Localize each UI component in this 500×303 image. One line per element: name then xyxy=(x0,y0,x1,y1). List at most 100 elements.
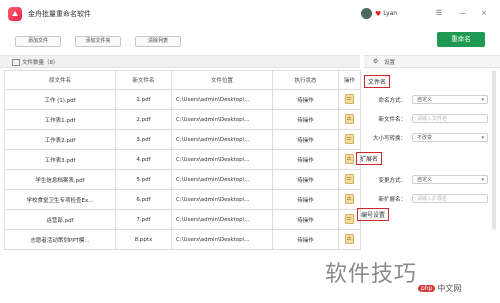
user-account[interactable]: ♥ Lyan xyxy=(361,8,397,19)
change-method-select[interactable]: 自定义 ▾ xyxy=(412,175,488,184)
new-filename: 2.pdf xyxy=(115,109,172,130)
column-header: 新文件名 xyxy=(115,70,172,90)
document-icon[interactable] xyxy=(345,113,354,124)
new-filename: 7.pdf xyxy=(115,209,172,230)
filename-section-title[interactable]: 文件名 xyxy=(364,75,391,88)
gear-icon: ⚙ xyxy=(373,58,379,65)
extension-section-title[interactable]: 扩展名 xyxy=(356,152,383,165)
execution-status: 待操作 xyxy=(272,169,339,190)
new-filename: 5.pdf xyxy=(115,169,172,190)
naming-method-label: 命名方式： xyxy=(378,98,406,104)
row-action xyxy=(338,89,361,110)
settings-title: 设置 xyxy=(384,60,396,66)
document-icon[interactable] xyxy=(345,213,354,224)
row-action xyxy=(338,229,361,250)
table-row[interactable]: 学生信息档案表.pdf 5.pdf C:\Users\admin\Desktop… xyxy=(4,169,361,190)
table-row[interactable]: 学校食堂卫生专项检查Ex... 6.pdf C:\Users\admin\Des… xyxy=(4,189,361,210)
original-filename: 运营部.pdf xyxy=(4,209,116,230)
php-logo-icon: php xyxy=(418,285,436,292)
file-count-icon xyxy=(12,59,20,66)
avatar xyxy=(361,8,372,19)
add-file-button[interactable]: 添加文件 xyxy=(15,36,61,47)
settings-header: ⚙ 设置 xyxy=(364,55,500,68)
change-method-label: 变更方式： xyxy=(378,178,406,184)
document-icon[interactable] xyxy=(345,153,354,164)
new-filename: 1.pdf xyxy=(115,89,172,110)
user-name: Lyan xyxy=(383,10,398,17)
document-icon[interactable] xyxy=(345,233,354,244)
original-filename: 学校食堂卫生专项检查Ex... xyxy=(4,189,116,210)
clear-list-button[interactable]: 清除列表 xyxy=(135,36,181,47)
file-location: C:\Users\admin\Desktop\... xyxy=(171,129,273,150)
document-icon[interactable] xyxy=(345,93,354,104)
change-method-value: 自定义 xyxy=(417,177,433,183)
document-icon[interactable] xyxy=(345,193,354,204)
chevron-down-icon: ▾ xyxy=(481,177,484,183)
file-table: 原文件名 新文件名 文件位置 执行状态 操作 工作 (1).pdf 1.pdf … xyxy=(4,70,361,250)
close-icon[interactable]: × xyxy=(481,9,487,17)
execution-status: 待操作 xyxy=(272,189,339,210)
table-row[interactable]: 志愿者活动策划PPT模... 8.pptx C:\Users\admin\Des… xyxy=(4,229,361,250)
row-action xyxy=(338,189,361,210)
heart-icon: ♥ xyxy=(375,9,382,18)
rename-button[interactable]: 重命名 xyxy=(437,32,485,47)
table-row[interactable]: 工作 (1).pdf 1.pdf C:\Users\admin\Desktop\… xyxy=(4,89,361,110)
column-header: 执行状态 xyxy=(272,70,339,90)
row-action xyxy=(338,169,361,190)
app-logo-icon xyxy=(8,7,22,21)
file-location: C:\Users\admin\Desktop\... xyxy=(171,169,273,190)
row-action xyxy=(338,109,361,130)
site-watermark: php 中文网 xyxy=(418,283,461,294)
file-list-header: 文件数量（8） xyxy=(0,55,360,68)
new-extension-label: 新扩展名： xyxy=(378,197,406,203)
column-header: 原文件名 xyxy=(4,70,116,90)
execution-status: 待操作 xyxy=(272,89,339,110)
new-filename-input[interactable]: 请输入文件名 xyxy=(412,114,488,123)
file-count-label: 文件数量（8） xyxy=(22,60,59,66)
minimize-icon[interactable]: — xyxy=(459,9,466,17)
chevron-down-icon: ▾ xyxy=(481,135,484,141)
original-filename: 工作表3.pdf xyxy=(4,149,116,170)
document-icon[interactable] xyxy=(345,133,354,144)
app-title: 金舟批量重命名软件 xyxy=(28,10,91,18)
case-conversion-select[interactable]: 不改变 ▾ xyxy=(412,133,488,142)
file-location: C:\Users\admin\Desktop\... xyxy=(171,189,273,210)
add-folder-button[interactable]: 添加文件夹 xyxy=(75,36,121,47)
new-filename: 8.pptx xyxy=(115,229,172,250)
table-row[interactable]: 工作表3.pdf 4.pdf C:\Users\admin\Desktop\..… xyxy=(4,149,361,170)
execution-status: 待操作 xyxy=(272,149,339,170)
column-header: 操作 xyxy=(338,70,361,90)
case-conversion-value: 不改变 xyxy=(417,135,433,141)
execution-status: 待操作 xyxy=(272,209,339,230)
file-location: C:\Users\admin\Desktop\... xyxy=(171,209,273,230)
original-filename: 工作表2.pdf xyxy=(4,129,116,150)
naming-method-select[interactable]: 自定义 ▾ xyxy=(412,95,488,104)
new-filename: 4.pdf xyxy=(115,149,172,170)
row-action xyxy=(338,129,361,150)
naming-method-value: 自定义 xyxy=(417,97,433,103)
new-filename: 6.pdf xyxy=(115,189,172,210)
file-location: C:\Users\admin\Desktop\... xyxy=(171,149,273,170)
site-name: 中文网 xyxy=(437,284,462,293)
new-filename-label: 新文件名： xyxy=(378,117,406,123)
chevron-down-icon: ▾ xyxy=(481,97,484,103)
numbering-section-title[interactable]: 编号设置 xyxy=(357,208,390,221)
new-filename: 3.pdf xyxy=(115,129,172,150)
original-filename: 工作表1.pdf xyxy=(4,109,116,130)
column-header: 文件位置 xyxy=(171,70,273,90)
title-bar: 金舟批量重命名软件 ♥ Lyan ☰ — × xyxy=(0,0,500,29)
table-row[interactable]: 工作表1.pdf 2.pdf C:\Users\admin\Desktop\..… xyxy=(4,109,361,130)
watermark-text: 软件技巧 xyxy=(325,262,418,287)
file-location: C:\Users\admin\Desktop\... xyxy=(171,89,273,110)
execution-status: 待操作 xyxy=(272,229,339,250)
file-location: C:\Users\admin\Desktop\... xyxy=(171,229,273,250)
document-icon[interactable] xyxy=(345,173,354,184)
case-conversion-label: 大小写转换： xyxy=(372,136,406,142)
table-row[interactable]: 运营部.pdf 7.pdf C:\Users\admin\Desktop\...… xyxy=(4,209,361,230)
new-extension-input[interactable]: 请输入扩展名 xyxy=(412,194,488,203)
table-row[interactable]: 工作表2.pdf 3.pdf C:\Users\admin\Desktop\..… xyxy=(4,129,361,150)
original-filename: 学生信息档案表.pdf xyxy=(4,169,116,190)
original-filename: 志愿者活动策划PPT模... xyxy=(4,229,116,250)
settings-scrollbar[interactable] xyxy=(492,70,496,230)
menu-icon[interactable]: ☰ xyxy=(436,9,442,17)
